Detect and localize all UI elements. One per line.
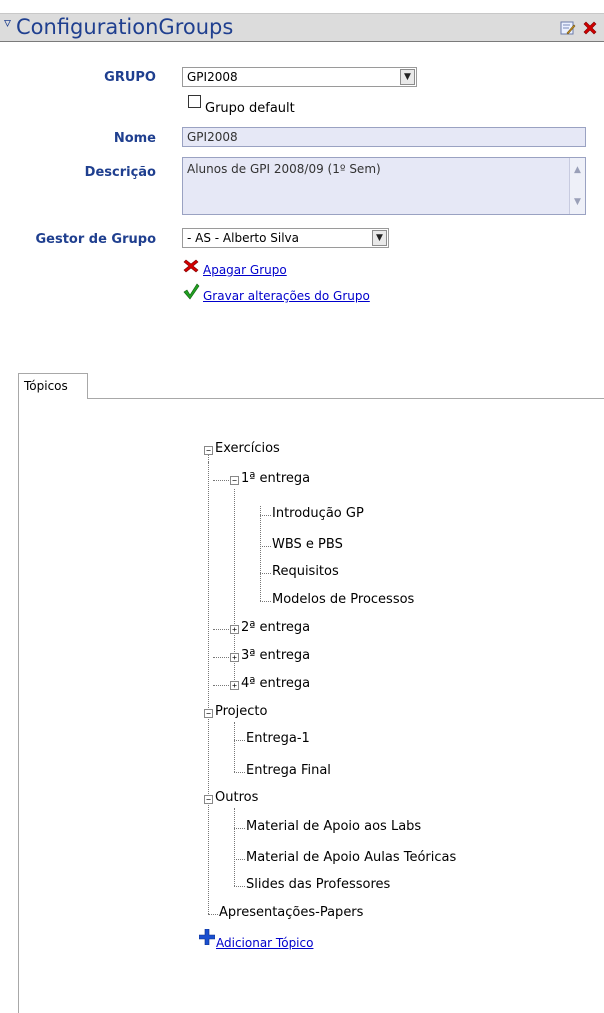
tree-collapse-icon[interactable]: − xyxy=(204,709,213,718)
tree-collapse-icon[interactable]: − xyxy=(204,795,213,804)
tree-node-material-labs[interactable]: Material de Apoio aos Labs xyxy=(246,819,421,834)
chevron-down-icon[interactable]: ▼ xyxy=(372,230,387,246)
tree-collapse-icon[interactable]: − xyxy=(204,446,213,455)
tree-node-material-aulas[interactable]: Material de Apoio Aulas Teóricas xyxy=(246,850,456,865)
grupo-label: GRUPO xyxy=(104,70,156,85)
save-group-link[interactable]: Gravar alterações do Grupo xyxy=(203,289,370,303)
delete-group-link[interactable]: Apagar Grupo xyxy=(203,263,287,277)
descricao-textarea[interactable]: Alunos de GPI 2008/09 (1º Sem) ▲ ▼ xyxy=(182,157,586,215)
grupo-select-value: GPI2008 xyxy=(187,70,238,84)
tab-topicos[interactable]: Tópicos xyxy=(18,373,88,399)
tree-node-modelos[interactable]: Modelos de Processos xyxy=(272,592,414,607)
checkmark-icon[interactable] xyxy=(183,283,200,300)
tree-node-introducao-gp[interactable]: Introdução GP xyxy=(272,506,364,521)
tab-panel-border xyxy=(18,399,19,1013)
tree-node-outros[interactable]: Outros xyxy=(215,790,258,805)
scroll-down-icon[interactable]: ▼ xyxy=(571,196,584,209)
tab-strip-border xyxy=(88,398,604,399)
tree-node-slides[interactable]: Slides das Professores xyxy=(246,877,390,892)
nome-field[interactable]: GPI2008 xyxy=(182,127,586,147)
delete-icon[interactable] xyxy=(183,259,199,273)
gestor-select[interactable]: - AS - Alberto Silva ▼ xyxy=(182,228,389,248)
tree-node-1a-entrega[interactable]: 1ª entrega xyxy=(241,471,310,486)
tree-node-entrega-final[interactable]: Entrega Final xyxy=(246,763,331,778)
collapse-triangle-icon[interactable]: ▿ xyxy=(4,15,11,31)
gestor-label: Gestor de Grupo xyxy=(35,232,156,247)
tree-expand-icon[interactable]: + xyxy=(230,653,239,662)
panel-header: ▿ ConfigurationGroups xyxy=(0,13,604,42)
tree-expand-icon[interactable]: + xyxy=(230,681,239,690)
descricao-label: Descrição xyxy=(84,165,156,180)
descricao-textarea-value: Alunos de GPI 2008/09 (1º Sem) xyxy=(187,162,381,176)
tab-topicos-label: Tópicos xyxy=(24,379,68,393)
tree-node-exercicios[interactable]: Exercícios xyxy=(215,441,280,456)
grupo-default-checkbox[interactable] xyxy=(188,95,201,108)
chevron-down-icon[interactable]: ▼ xyxy=(400,69,415,85)
tree-expand-icon[interactable]: + xyxy=(230,625,239,634)
edit-icon[interactable] xyxy=(560,20,576,36)
tree-node-2a-entrega[interactable]: 2ª entrega xyxy=(241,620,310,635)
gestor-select-value: - AS - Alberto Silva xyxy=(187,231,300,245)
tree-node-3a-entrega[interactable]: 3ª entrega xyxy=(241,648,310,663)
tree-node-apresentacoes[interactable]: Apresentações-Papers xyxy=(219,905,363,920)
tree-node-projecto[interactable]: Projecto xyxy=(215,704,267,719)
tree-node-entrega-1[interactable]: Entrega-1 xyxy=(246,731,310,746)
grupo-default-label: Grupo default xyxy=(205,101,295,116)
nome-field-value: GPI2008 xyxy=(187,130,238,144)
panel-title: ConfigurationGroups xyxy=(16,15,234,39)
plus-icon[interactable] xyxy=(199,929,215,945)
descricao-scrollbar[interactable]: ▲ ▼ xyxy=(569,158,585,214)
close-icon[interactable] xyxy=(582,20,598,36)
tree-node-requisitos[interactable]: Requisitos xyxy=(272,564,339,579)
tree-collapse-icon[interactable]: − xyxy=(230,476,239,485)
grupo-select[interactable]: GPI2008 ▼ xyxy=(182,67,417,87)
tree-node-wbs-pbs[interactable]: WBS e PBS xyxy=(272,537,343,552)
scroll-up-icon[interactable]: ▲ xyxy=(571,164,584,177)
tree-node-4a-entrega[interactable]: 4ª entrega xyxy=(241,676,310,691)
add-topic-link[interactable]: Adicionar Tópico xyxy=(216,936,313,950)
nome-label: Nome xyxy=(113,131,156,146)
